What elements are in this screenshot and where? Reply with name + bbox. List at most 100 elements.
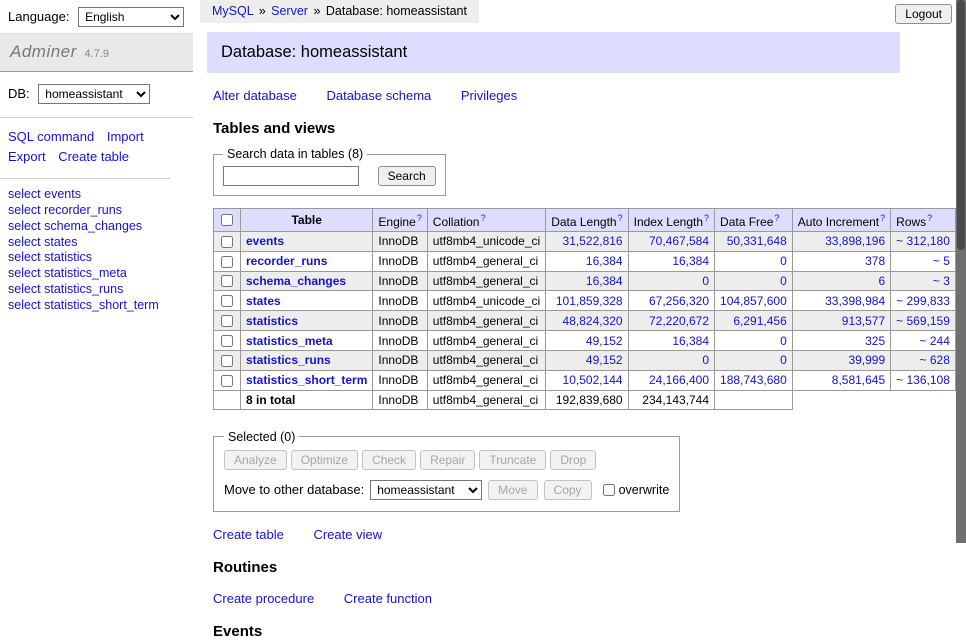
data-length-link-statistics_runs[interactable]: 49,152 [586, 353, 623, 367]
data-length-link-recorder_runs[interactable]: 16,384 [586, 254, 623, 268]
data-length-link-schema_changes[interactable]: 16,384 [586, 274, 623, 288]
sidebar-action-import[interactable]: Import [107, 129, 144, 144]
nav-link-database-schema[interactable]: Database schema [326, 88, 431, 103]
row-checkbox-statistics_meta[interactable] [221, 335, 233, 347]
auto-increment-link-events[interactable]: 33,898,196 [825, 234, 885, 248]
check-button[interactable]: Check [362, 450, 416, 470]
sidebar-action-sql-command[interactable]: SQL command [8, 129, 94, 144]
sidebar-link-select-recorder-runs[interactable]: select recorder_runs [8, 203, 185, 219]
help-icon[interactable]: ? [480, 213, 485, 223]
row-checkbox-recorder_runs[interactable] [221, 256, 233, 268]
table-link-recorder_runs[interactable]: recorder_runs [246, 254, 327, 268]
help-icon[interactable]: ? [417, 213, 422, 223]
search-button[interactable]: Search [378, 166, 436, 186]
index-length-link-events[interactable]: 70,467,584 [649, 234, 709, 248]
data-length-link-statistics_short_term[interactable]: 10,502,144 [563, 373, 623, 387]
index-length-link-statistics_runs[interactable]: 0 [702, 353, 709, 367]
sidebar-link-select-statistics-short-term[interactable]: select statistics_short_term [8, 298, 185, 314]
sidebar-action-export[interactable]: Export [8, 149, 46, 164]
data-free-link-states[interactable]: 104,857,600 [720, 294, 787, 308]
sidebar-link-select-statistics[interactable]: select statistics [8, 250, 185, 266]
table-link-schema_changes[interactable]: schema_changes [246, 274, 346, 288]
auto-increment-link-statistics_meta[interactable]: 325 [865, 334, 885, 348]
move-button[interactable]: Move [488, 480, 537, 500]
data-length-link-statistics[interactable]: 48,824,320 [563, 314, 623, 328]
rows-link-events[interactable]: ~ 312,180 [896, 234, 950, 248]
table-link-statistics[interactable]: statistics [246, 314, 298, 328]
help-icon[interactable]: ? [927, 213, 932, 223]
rows-link-statistics_meta[interactable]: ~ 244 [920, 334, 950, 348]
link-create-table[interactable]: Create table [213, 527, 284, 542]
drop-button[interactable]: Drop [550, 450, 596, 470]
help-icon[interactable]: ? [618, 213, 623, 223]
table-link-statistics_meta[interactable]: statistics_meta [246, 334, 333, 348]
index-length-link-statistics_meta[interactable]: 16,384 [672, 334, 709, 348]
row-checkbox-statistics[interactable] [221, 315, 233, 327]
rows-link-statistics_runs[interactable]: ~ 628 [920, 353, 950, 367]
table-link-statistics_short_term[interactable]: statistics_short_term [246, 373, 367, 387]
optimize-button[interactable]: Optimize [291, 450, 358, 470]
data-free-link-statistics_runs[interactable]: 0 [780, 353, 787, 367]
sidebar-action-create-table[interactable]: Create table [58, 149, 129, 164]
link-create-view[interactable]: Create view [313, 527, 382, 542]
auto-increment-link-statistics_short_term[interactable]: 8,581,645 [832, 373, 885, 387]
sidebar-link-select-events[interactable]: select events [8, 187, 185, 203]
table-link-events[interactable]: events [246, 234, 284, 248]
table-link-statistics_runs[interactable]: statistics_runs [246, 353, 331, 367]
link-create-procedure[interactable]: Create procedure [213, 591, 314, 606]
row-checkbox-schema_changes[interactable] [221, 275, 233, 287]
db-select[interactable]: homeassistant [38, 84, 150, 104]
sidebar-link-select-statistics-meta[interactable]: select statistics_meta [8, 266, 185, 282]
breadcrumb-mysql-link[interactable]: MySQL [212, 4, 253, 18]
data-free-link-schema_changes[interactable]: 0 [780, 274, 787, 288]
analyze-button[interactable]: Analyze [224, 450, 287, 470]
row-checkbox-statistics_runs[interactable] [221, 355, 233, 367]
auto-increment-link-statistics[interactable]: 913,577 [842, 314, 885, 328]
nav-link-privileges[interactable]: Privileges [461, 88, 517, 103]
data-free-link-events[interactable]: 50,331,648 [727, 234, 787, 248]
sidebar-link-select-states[interactable]: select states [8, 235, 185, 251]
truncate-button[interactable]: Truncate [479, 450, 546, 470]
copy-button[interactable]: Copy [544, 480, 592, 500]
breadcrumb-server-link[interactable]: Server [271, 4, 308, 18]
auto-increment-link-statistics_runs[interactable]: 39,999 [848, 353, 885, 367]
row-checkbox-states[interactable] [221, 295, 233, 307]
link-create-function[interactable]: Create function [344, 591, 432, 606]
overwrite-checkbox[interactable] [603, 484, 615, 496]
adminer-home-link[interactable]: Adminer [10, 42, 77, 61]
index-length-link-states[interactable]: 67,256,320 [649, 294, 709, 308]
move-db-select[interactable]: homeassistant [370, 480, 482, 500]
help-icon[interactable]: ? [774, 213, 779, 223]
rows-link-statistics_short_term[interactable]: ~ 136,108 [896, 373, 950, 387]
repair-button[interactable]: Repair [420, 450, 475, 470]
index-length-link-statistics[interactable]: 72,220,672 [649, 314, 709, 328]
scrollbar-thumb[interactable] [957, 0, 965, 250]
auto-increment-link-schema_changes[interactable]: 6 [878, 274, 885, 288]
logout-button[interactable]: Logout [895, 4, 952, 24]
auto-increment-link-states[interactable]: 33,398,984 [825, 294, 885, 308]
row-checkbox-statistics_short_term[interactable] [221, 375, 233, 387]
nav-link-alter-database[interactable]: Alter database [213, 88, 297, 103]
index-length-link-schema_changes[interactable]: 0 [702, 274, 709, 288]
rows-link-recorder_runs[interactable]: ~ 5 [933, 254, 950, 268]
select-all-checkbox[interactable] [221, 214, 233, 226]
data-free-link-statistics[interactable]: 6,291,456 [733, 314, 786, 328]
sidebar-link-select-schema-changes[interactable]: select schema_changes [8, 219, 185, 235]
search-input[interactable] [223, 166, 359, 186]
table-link-states[interactable]: states [246, 294, 281, 308]
scrollbar[interactable] [956, 0, 966, 543]
data-length-link-statistics_meta[interactable]: 49,152 [586, 334, 623, 348]
data-free-link-statistics_short_term[interactable]: 188,743,680 [720, 373, 787, 387]
data-length-link-states[interactable]: 101,859,328 [556, 294, 623, 308]
row-checkbox-events[interactable] [221, 236, 233, 248]
data-free-link-statistics_meta[interactable]: 0 [780, 334, 787, 348]
auto-increment-link-recorder_runs[interactable]: 378 [865, 254, 885, 268]
rows-link-statistics[interactable]: ~ 569,159 [896, 314, 950, 328]
help-icon[interactable]: ? [880, 213, 885, 223]
data-free-link-recorder_runs[interactable]: 0 [780, 254, 787, 268]
rows-link-schema_changes[interactable]: ~ 3 [933, 274, 950, 288]
language-select[interactable]: English [78, 7, 184, 27]
data-length-link-events[interactable]: 31,522,816 [563, 234, 623, 248]
sidebar-link-select-statistics-runs[interactable]: select statistics_runs [8, 282, 185, 298]
help-icon[interactable]: ? [704, 213, 709, 223]
